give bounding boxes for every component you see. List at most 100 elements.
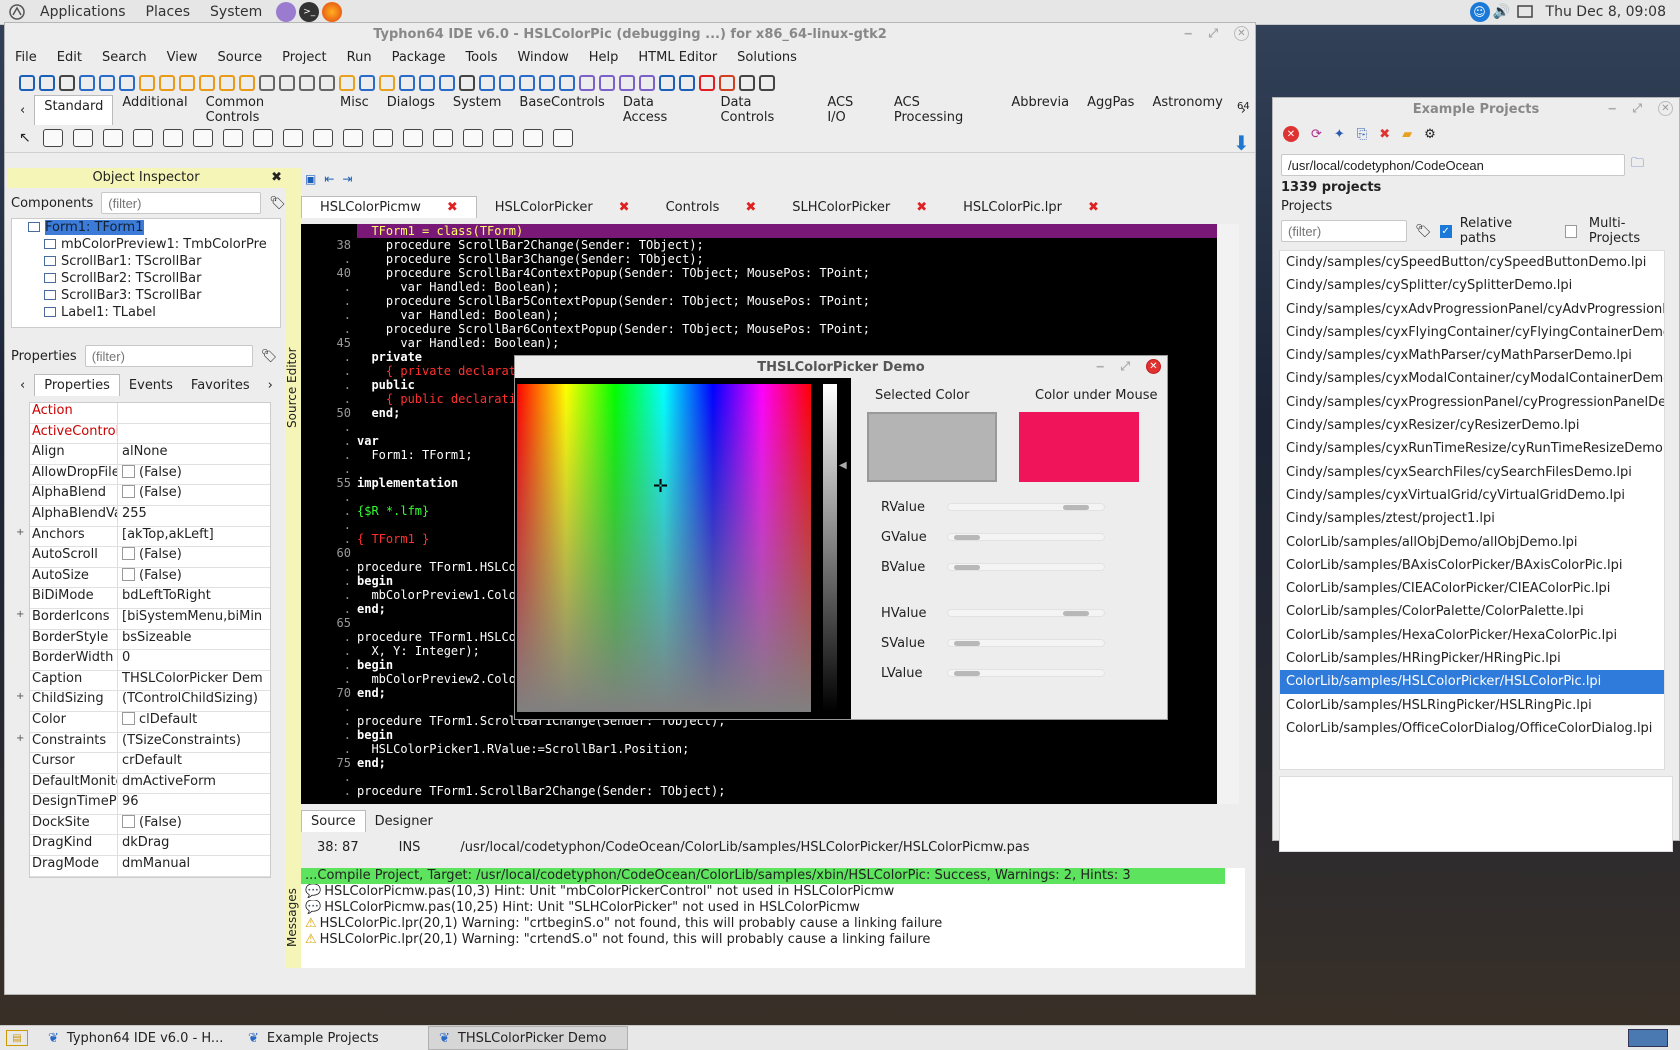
- ep-browse-icon[interactable]: 🗀: [1631, 154, 1644, 176]
- property-row[interactable]: Align alNone: [30, 444, 270, 465]
- taskbar-item[interactable]: ❦ Example Projects: [238, 1026, 428, 1050]
- demo-minimize-icon[interactable]: ‒: [1096, 359, 1104, 374]
- property-row[interactable]: DesignTimePI 96: [30, 794, 270, 815]
- luminance-bar[interactable]: [823, 384, 837, 712]
- menu-solutions[interactable]: Solutions: [727, 50, 807, 65]
- toolbar-icon-1[interactable]: [39, 75, 55, 91]
- tab-close-icon[interactable]: ✖: [438, 200, 467, 215]
- palette-tab-aggpas[interactable]: AggPas: [1078, 95, 1143, 125]
- oi-tab-favorites[interactable]: Favorites: [182, 378, 259, 393]
- props-filter-clear-icon[interactable]: 🏷: [261, 349, 278, 364]
- palette-tab-system[interactable]: System: [444, 95, 510, 125]
- palette-left-arrow-icon[interactable]: ‹: [11, 103, 34, 118]
- property-row[interactable]: Color clDefault: [30, 711, 270, 733]
- editor-tab[interactable]: Controls ✖: [648, 200, 775, 215]
- menu-project[interactable]: Project: [272, 50, 336, 65]
- project-item[interactable]: ColorLib/samples/HexaColorPicker/HexaCol…: [1280, 624, 1664, 647]
- oi-tabs-right-icon[interactable]: ›: [259, 378, 282, 393]
- property-value[interactable]: (TSizeConstraints): [118, 733, 270, 753]
- project-item[interactable]: ColorLib/samples/BAxisColorPicker/BAxisC…: [1280, 554, 1664, 577]
- toolbar-icon-26[interactable]: [539, 75, 555, 91]
- ep-delete-icon[interactable]: ✖: [1379, 127, 1390, 142]
- menu-html-editor[interactable]: HTML Editor: [628, 50, 727, 65]
- slider-thumb[interactable]: [954, 535, 981, 540]
- palette-component-icon-14[interactable]: [463, 128, 483, 147]
- property-row[interactable]: AllowDropFile (False): [30, 464, 270, 486]
- menu-edit[interactable]: Edit: [47, 50, 92, 65]
- message-item[interactable]: ⚠ HSLColorPic.lpr(20,1) Warning: "crtbegi…: [301, 916, 1245, 932]
- property-row[interactable]: BorderWidth 0: [30, 650, 270, 671]
- menu-package[interactable]: Package: [382, 50, 456, 65]
- project-item[interactable]: ColorLib/samples/CIEAColorPicker/CIEACol…: [1280, 577, 1664, 600]
- property-checkbox[interactable]: [122, 814, 135, 828]
- editor-back-icon[interactable]: ⇤: [324, 172, 334, 186]
- toolbar-icon-32[interactable]: [659, 75, 675, 91]
- toolbar-icon-10[interactable]: [219, 75, 235, 91]
- message-item[interactable]: ⚠ HSLColorPic.lpr(20,1) Warning: "crtendS…: [301, 932, 1245, 948]
- firefox-icon[interactable]: [322, 2, 343, 22]
- toolbar-icon-28[interactable]: [579, 75, 595, 91]
- property-checkbox[interactable]: [122, 464, 135, 478]
- toolbar-icon-37[interactable]: [759, 75, 775, 91]
- property-checkbox[interactable]: [122, 485, 135, 499]
- project-item[interactable]: Cindy/samples/cyxVirtualGrid/cyVirtualGr…: [1280, 484, 1664, 507]
- property-row[interactable]: Action: [30, 403, 270, 424]
- project-item[interactable]: ColorLib/samples/ColorPalette/ColorPalet…: [1280, 600, 1664, 623]
- property-row[interactable]: DragKind dkDrag: [30, 835, 270, 857]
- oi-close-icon[interactable]: ✖: [271, 168, 282, 188]
- toolbar-icon-27[interactable]: [559, 75, 575, 91]
- pointer-icon[interactable]: ↖: [19, 130, 39, 146]
- ep-minimize-icon[interactable]: ‒: [1608, 101, 1616, 116]
- editor-scrollbar[interactable]: [1217, 224, 1239, 804]
- palette-component-icon-5[interactable]: [193, 128, 213, 147]
- property-value[interactable]: [118, 403, 270, 423]
- palette-tab-abbrevia[interactable]: Abbrevia: [1002, 95, 1078, 125]
- oi-tab-properties[interactable]: Properties: [34, 374, 120, 396]
- property-row[interactable]: BorderStyle bsSizeable: [30, 629, 270, 651]
- palette-component-icon-16[interactable]: [523, 128, 543, 147]
- maximize-icon[interactable]: ⤢: [1208, 26, 1218, 41]
- toolbar-icon-8[interactable]: [179, 75, 195, 91]
- slider-track[interactable]: [947, 669, 1105, 677]
- slider-track[interactable]: [947, 639, 1105, 647]
- editor-bottom-tab-designer[interactable]: Designer: [366, 814, 442, 829]
- message-item[interactable]: 💬 HSLColorPicmw.pas(10,25) Hint: Unit "SL…: [301, 900, 1245, 916]
- toolbar-icon-25[interactable]: [519, 75, 535, 91]
- property-value[interactable]: dkDrag: [118, 835, 270, 855]
- property-row[interactable]: DragMode dmManual: [30, 856, 270, 877]
- taskbar-item[interactable]: ❦ THSLColorPicker Demo: [428, 1026, 628, 1050]
- places-menu[interactable]: Places: [136, 4, 201, 20]
- slider-track[interactable]: [947, 609, 1105, 617]
- property-value[interactable]: 96: [118, 794, 270, 814]
- palette-component-icon-7[interactable]: [253, 128, 273, 147]
- accessibility-icon[interactable]: ☺: [1469, 2, 1490, 22]
- property-value[interactable]: (False): [118, 814, 270, 835]
- palette-component-icon-3[interactable]: [133, 128, 153, 147]
- palette-tab-additional[interactable]: Additional: [113, 95, 196, 125]
- palette-component-icon-11[interactable]: [373, 128, 393, 147]
- property-row[interactable]: DockSite (False): [30, 814, 270, 836]
- toolbar-icon-33[interactable]: [679, 75, 695, 91]
- project-item[interactable]: ColorLib/samples/HSLColorPicker/HSLColor…: [1280, 670, 1664, 694]
- toolbar-icon-19[interactable]: [399, 75, 415, 91]
- palette-component-icon-9[interactable]: [313, 128, 333, 147]
- toolbar-icon-22[interactable]: [459, 75, 475, 91]
- tab-close-icon[interactable]: ✖: [907, 200, 936, 215]
- toolbar-icon-34[interactable]: [699, 75, 715, 91]
- property-row[interactable]: BiDiMode bdLeftToRight: [30, 588, 270, 609]
- editor-tab[interactable]: HSLColorPicmw ✖: [301, 196, 477, 218]
- property-row[interactable]: Cursor crDefault: [30, 753, 270, 774]
- palette-component-icon-12[interactable]: [403, 128, 423, 147]
- demo-close-icon[interactable]: ✕: [1146, 359, 1161, 374]
- property-value[interactable]: dmManual: [118, 856, 270, 876]
- palette-component-icon-1[interactable]: [73, 128, 93, 147]
- project-item[interactable]: Cindy/samples/cySplitter/cySplitterDemo.…: [1280, 274, 1664, 297]
- toolbar-icon-24[interactable]: [499, 75, 515, 91]
- demo-maximize-icon[interactable]: ⤢: [1120, 359, 1130, 374]
- slider-track[interactable]: [947, 563, 1105, 571]
- property-value[interactable]: THSLColorPicker Dem: [118, 671, 270, 691]
- project-item[interactable]: Cindy/samples/cyxProgressionPanel/cyProg…: [1280, 391, 1664, 414]
- file-manager-icon[interactable]: [276, 2, 297, 22]
- tree-item[interactable]: mbColorPreview1: TmbColorPre: [16, 236, 280, 253]
- minimize-icon[interactable]: ‒: [1184, 26, 1192, 41]
